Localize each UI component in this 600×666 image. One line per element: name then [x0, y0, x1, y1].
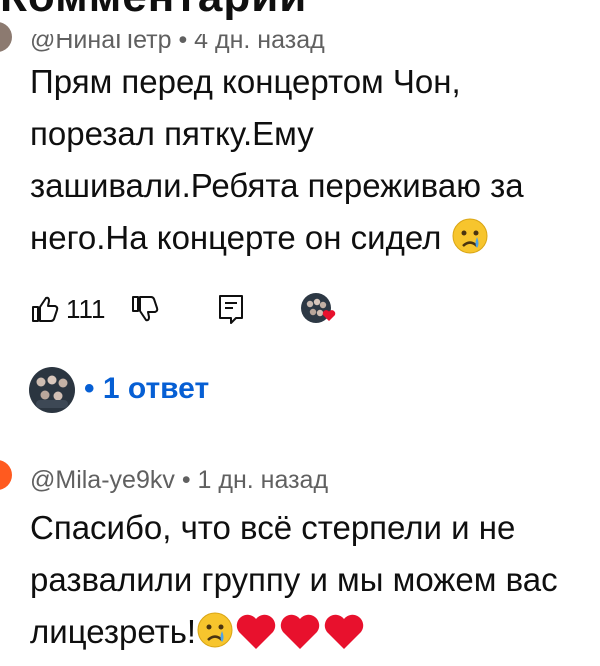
meta-separator: • — [178, 26, 195, 54]
red-heart-emoji — [322, 611, 366, 651]
comments-header-title: Комментарии — [0, 0, 307, 22]
comment-body: Прям перед концертом Чон, порезал пятку.… — [30, 56, 590, 264]
thumbs-down-icon — [132, 296, 159, 322]
crying-face-emoji — [451, 217, 489, 255]
replies-label[interactable]: • 1 ответ — [84, 372, 209, 406]
creator-avatar — [28, 366, 76, 419]
avatar[interactable] — [0, 22, 12, 52]
crying-face-emoji — [196, 611, 234, 649]
avatar[interactable] — [0, 460, 12, 490]
comment-timestamp: 4 дн. назад — [194, 26, 325, 54]
comment-meta: @Mila-ye9kv • 1 дн. назад — [30, 466, 328, 495]
comment-actions: 111 — [30, 292, 360, 326]
comment-timestamp: 1 дн. назад — [197, 466, 329, 494]
reply-button[interactable] — [216, 293, 246, 332]
red-heart-emoji — [278, 611, 322, 651]
red-heart-emoji — [234, 611, 278, 651]
like-button[interactable] — [30, 294, 60, 331]
comment-author[interactable]: @НинаПетр — [30, 34, 172, 54]
like-count: 111 — [66, 294, 106, 324]
reply-comment-icon — [219, 295, 243, 324]
meta-separator: • — [181, 466, 198, 494]
reply-dot: • — [84, 372, 103, 405]
thumbs-up-icon — [32, 296, 59, 322]
creator-avatar-heart-icon — [301, 293, 336, 323]
creator-heart-badge — [300, 292, 340, 335]
comment-author[interactable]: @Mila-ye9kv — [30, 466, 175, 494]
comment-meta: @НинаПетр • 4 дн. назад — [30, 26, 325, 55]
view-replies-link[interactable]: • 1 ответ — [28, 366, 288, 416]
comment-body: Спасибо, что всё стерпели и не развалили… — [30, 502, 590, 658]
replies-count[interactable]: 1 ответ — [103, 372, 209, 405]
dislike-button[interactable] — [130, 294, 160, 331]
